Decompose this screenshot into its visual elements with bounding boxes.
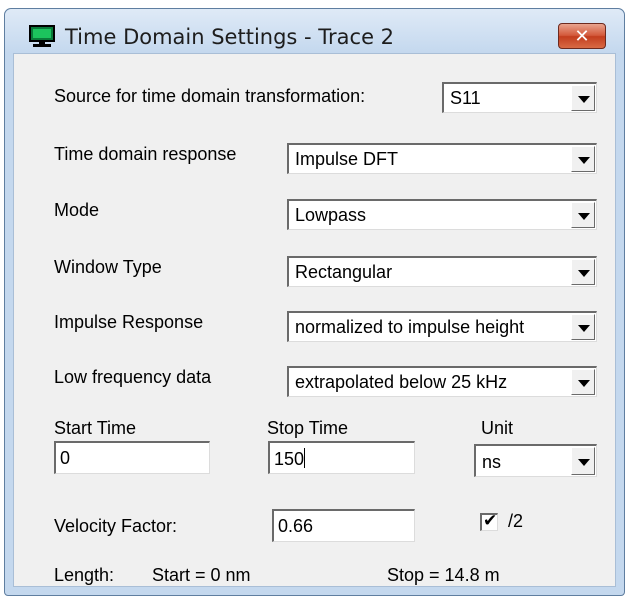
impulse-response-label: Impulse Response	[54, 312, 204, 332]
stop-time-value: 150	[274, 449, 305, 469]
chevron-down-icon	[578, 459, 590, 466]
halve-label: /2	[508, 511, 524, 531]
impulse-response-value: normalized to impulse height	[295, 317, 525, 337]
dialog-window: Time Domain Settings - Trace 2 ✕ Source …	[4, 8, 625, 596]
mode-select[interactable]: Lowpass	[287, 199, 597, 230]
start-time-label: Start Time	[54, 418, 137, 438]
mode-label: Mode	[54, 200, 100, 220]
impulse-response-select[interactable]: normalized to impulse height	[287, 311, 597, 342]
mode-value: Lowpass	[295, 205, 367, 225]
length-label: Length:	[54, 565, 115, 585]
chevron-down-icon	[578, 325, 590, 332]
chevron-down-icon	[578, 157, 590, 164]
velocity-factor-input[interactable]: 0.66	[272, 509, 415, 542]
window-type-label: Window Type	[54, 257, 162, 277]
source-label: Source for time domain transformation:	[54, 86, 366, 106]
stop-time-label: Stop Time	[267, 418, 349, 438]
velocity-factor-label: Velocity Factor:	[54, 516, 178, 536]
low-frequency-label: Low frequency data	[54, 367, 212, 387]
response-select[interactable]: Impulse DFT	[287, 143, 597, 174]
dialog-body: Source for time domain transformation: S…	[13, 53, 616, 587]
halve-checkbox[interactable]: ✔	[480, 511, 498, 531]
checkmark-icon: ✔	[483, 511, 498, 531]
chevron-down-icon	[578, 96, 590, 103]
chevron-down-icon	[578, 213, 590, 220]
low-frequency-dropdown-button[interactable]	[571, 369, 595, 395]
title-bar[interactable]: Time Domain Settings - Trace 2 ✕	[5, 9, 624, 53]
response-dropdown-button[interactable]	[571, 146, 595, 172]
window-type-select[interactable]: Rectangular	[287, 256, 597, 287]
monitor-icon	[29, 25, 55, 47]
start-time-value: 0	[60, 448, 71, 468]
chevron-down-icon	[578, 380, 590, 387]
start-time-input[interactable]: 0	[54, 441, 210, 474]
response-label: Time domain response	[54, 144, 237, 164]
source-dropdown-button[interactable]	[571, 85, 595, 111]
low-frequency-select[interactable]: extrapolated below 25 kHz	[287, 366, 597, 397]
unit-select[interactable]: ns	[474, 444, 597, 477]
unit-value: ns	[482, 452, 502, 472]
source-select[interactable]: S11	[442, 82, 597, 113]
impulse-response-dropdown-button[interactable]	[571, 314, 595, 340]
chevron-down-icon	[578, 270, 590, 277]
unit-label: Unit	[481, 418, 514, 438]
window-type-dropdown-button[interactable]	[571, 259, 595, 285]
length-stop: Stop = 14.8 m	[387, 565, 500, 585]
length-start: Start = 0 nm	[152, 565, 251, 585]
stop-time-input[interactable]: 150	[268, 441, 415, 474]
velocity-factor-value: 0.66	[278, 516, 314, 536]
mode-dropdown-button[interactable]	[571, 202, 595, 228]
low-frequency-value: extrapolated below 25 kHz	[295, 372, 508, 392]
response-value: Impulse DFT	[295, 149, 399, 169]
window-type-value: Rectangular	[295, 262, 393, 282]
close-icon: ✕	[574, 25, 590, 47]
source-value: S11	[450, 88, 481, 108]
text-caret	[304, 448, 306, 468]
window-title: Time Domain Settings - Trace 2	[65, 25, 395, 49]
close-button[interactable]: ✕	[558, 23, 606, 49]
unit-dropdown-button[interactable]	[571, 447, 595, 475]
